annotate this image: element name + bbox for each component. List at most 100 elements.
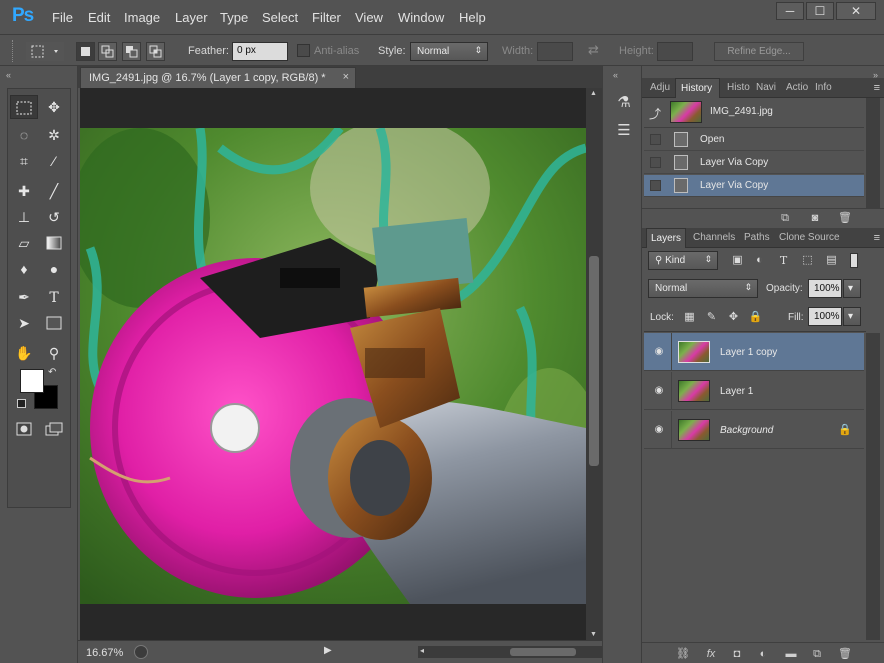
expand-panels-icon[interactable]: «	[613, 70, 618, 80]
menu-image[interactable]: Image	[124, 10, 160, 25]
eye-icon[interactable]: ◉	[652, 423, 666, 437]
scroll-left-icon[interactable]: ◂	[420, 646, 424, 655]
tab-histogram[interactable]: Histo	[727, 82, 753, 93]
zoom-readout[interactable]: 16.67%	[86, 647, 123, 659]
menu-file[interactable]: File	[52, 10, 73, 25]
gradient-tool[interactable]	[40, 231, 68, 255]
filter-shape-icon[interactable]: ⬚	[800, 253, 815, 268]
type-tool[interactable]: T	[40, 285, 68, 309]
status-menu-arrow-icon[interactable]: ▶	[324, 645, 332, 656]
lock-position-icon[interactable]: ✥	[726, 310, 741, 325]
history-snapshot[interactable]: ⤴ IMG_2491.jpg	[644, 98, 864, 128]
layer-row-layer-1-copy[interactable]: ◉ Layer 1 copy	[644, 333, 864, 371]
brush-tool[interactable]: ╱	[40, 179, 68, 203]
history-brush-source-icon[interactable]: ⤴	[649, 105, 661, 122]
filter-pixel-icon[interactable]: ▣	[730, 253, 745, 268]
filter-adjustment-icon[interactable]: ◐	[752, 253, 767, 268]
pen-tool[interactable]: ✒	[10, 285, 38, 309]
lock-all-icon[interactable]: 🔒	[748, 310, 763, 325]
photo-canvas[interactable]	[80, 128, 586, 604]
history-state[interactable]: Layer Via Copy	[644, 152, 864, 174]
horizontal-scroll-thumb[interactable]	[510, 648, 576, 656]
path-selection-tool[interactable]: ➤	[10, 311, 38, 335]
brush-presets-icon[interactable]: ⚗	[613, 92, 635, 114]
hand-tool[interactable]: ✋	[10, 341, 38, 365]
filter-smart-object-icon[interactable]: ▤	[824, 253, 839, 268]
default-colors-icon[interactable]	[17, 399, 26, 408]
menu-help[interactable]: Help	[459, 10, 486, 25]
magic-wand-tool[interactable]: ✲	[40, 123, 68, 147]
new-selection-button[interactable]	[76, 42, 95, 61]
document-info-icon[interactable]	[134, 645, 148, 659]
eye-icon[interactable]: ◉	[652, 345, 666, 359]
minimize-button[interactable]: ─	[776, 2, 804, 20]
menu-filter[interactable]: Filter	[312, 10, 341, 25]
foreground-color-swatch[interactable]	[20, 369, 44, 393]
scroll-up-icon[interactable]: ▲	[590, 90, 597, 97]
opacity-dropdown[interactable]: ▾	[843, 279, 861, 298]
eraser-tool[interactable]: ▱	[10, 231, 38, 255]
fill-dropdown[interactable]: ▾	[843, 307, 861, 326]
tab-actions[interactable]: Actio	[786, 82, 812, 93]
dodge-tool[interactable]: ●	[40, 257, 68, 281]
history-state-active[interactable]: Layer Via Copy	[644, 175, 864, 197]
width-input[interactable]	[537, 42, 573, 61]
new-document-from-state-icon[interactable]: ⧉	[778, 211, 792, 225]
tab-layers[interactable]: Layers	[646, 228, 686, 248]
marquee-preset-picker[interactable]	[26, 42, 64, 61]
maximize-button[interactable]: ☐	[806, 2, 834, 20]
new-group-folder-icon[interactable]: ▬	[784, 647, 798, 661]
move-tool[interactable]: ✥	[40, 95, 68, 119]
canvas-area[interactable]	[80, 88, 586, 640]
tab-channels[interactable]: Channels	[693, 232, 735, 243]
history-scrollbar[interactable]	[866, 98, 880, 208]
link-layers-icon[interactable]: ⛓	[676, 647, 690, 661]
collapse-toolbox-icon[interactable]: «	[6, 70, 11, 80]
eye-icon[interactable]: ◉	[652, 384, 666, 398]
layer-row-background[interactable]: ◉ Background 🔒	[644, 411, 864, 449]
add-to-selection-button[interactable]	[98, 42, 117, 61]
layers-scrollbar[interactable]	[866, 333, 880, 640]
lasso-tool[interactable]: ◌	[10, 123, 38, 147]
rect-marquee-tool[interactable]	[10, 95, 38, 119]
menu-window[interactable]: Window	[398, 10, 444, 25]
history-state-checkbox[interactable]	[650, 180, 661, 191]
trash-icon[interactable]: 🗑	[838, 211, 852, 225]
lock-image-pixels-icon[interactable]: ✎	[704, 310, 719, 325]
filter-toggle-icon[interactable]	[850, 253, 858, 268]
menu-view[interactable]: View	[355, 10, 383, 25]
history-panel-menu-icon[interactable]: ≡	[874, 82, 880, 94]
eyedropper-tool[interactable]: ⁄	[40, 149, 68, 173]
tab-history[interactable]: History	[675, 78, 720, 98]
brush-settings-icon[interactable]: ☰	[613, 120, 635, 142]
zoom-tool[interactable]: ⚲	[40, 341, 68, 365]
clone-stamp-tool[interactable]: ⊥	[10, 205, 38, 229]
rectangle-shape-tool[interactable]	[40, 311, 68, 335]
opacity-input[interactable]: 100%	[808, 279, 842, 298]
adjustment-layer-icon[interactable]: ◐	[756, 647, 770, 661]
layers-panel-menu-icon[interactable]: ≡	[874, 232, 880, 244]
menu-select[interactable]: Select	[262, 10, 298, 25]
subtract-from-selection-button[interactable]	[122, 42, 141, 61]
history-state-checkbox[interactable]	[650, 157, 661, 168]
quick-mask-button[interactable]	[10, 417, 38, 441]
lock-icon[interactable]: 🔒	[838, 423, 852, 436]
tab-navigator[interactable]: Navi	[756, 82, 782, 93]
vertical-scrollbar[interactable]: ▲ ▼	[586, 88, 602, 640]
layer-filter-select[interactable]: ⚲ Kind ⇕	[648, 251, 718, 270]
history-state[interactable]: Open	[644, 129, 864, 151]
layer-row-layer-1[interactable]: ◉ Layer 1	[644, 372, 864, 410]
menu-type[interactable]: Type	[220, 10, 248, 25]
fill-input[interactable]: 100%	[808, 307, 842, 326]
tab-paths[interactable]: Paths	[744, 232, 770, 243]
document-tab[interactable]: IMG_2491.jpg @ 16.7% (Layer 1 copy, RGB/…	[80, 67, 356, 88]
menu-layer[interactable]: Layer	[175, 10, 208, 25]
scroll-down-icon[interactable]: ▼	[590, 631, 597, 638]
healing-brush-tool[interactable]: ✚	[10, 179, 38, 203]
tab-clone-source[interactable]: Clone Source	[779, 232, 840, 243]
refine-edge-button[interactable]: Refine Edge...	[714, 42, 804, 61]
swap-colors-icon[interactable]: ↶	[48, 367, 56, 378]
close-icon[interactable]: ×	[343, 71, 349, 83]
close-window-button[interactable]: ✕	[836, 2, 876, 20]
blend-mode-select[interactable]: Normal ⇕	[648, 279, 758, 298]
